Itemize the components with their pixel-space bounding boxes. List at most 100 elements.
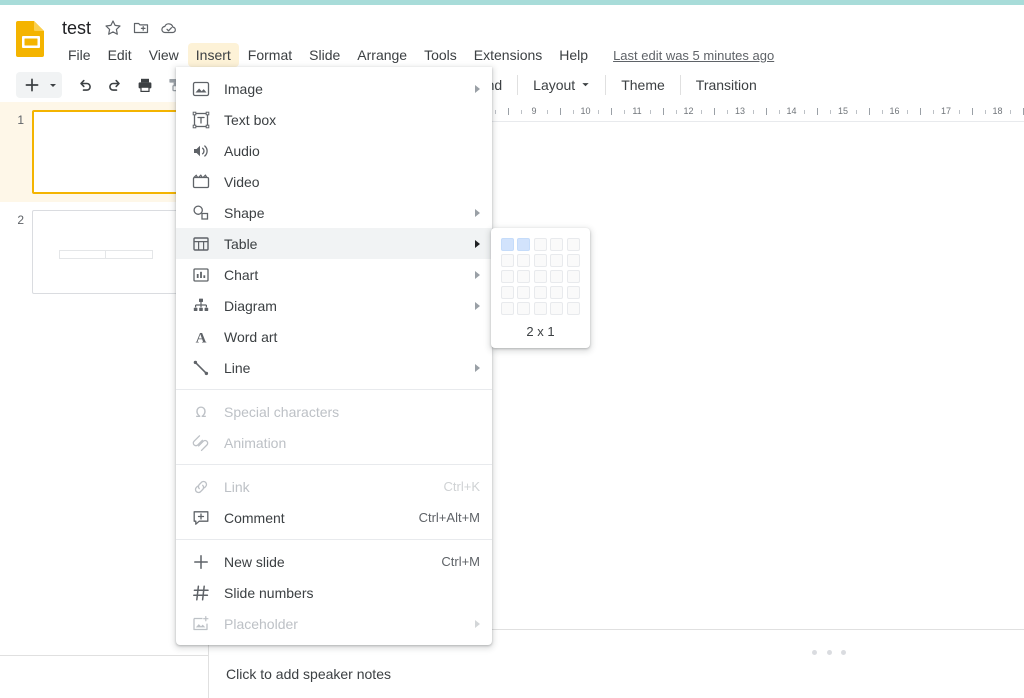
menu-item-slide-numbers[interactable]: Slide numbers [176,577,492,608]
table-size-cell-4x1[interactable] [550,238,564,251]
redo-button[interactable] [102,72,128,98]
ruler-tick [984,110,986,114]
ruler-tick [868,108,870,115]
ruler-tick [546,110,548,114]
table-size-grid[interactable] [501,238,580,315]
menu-format[interactable]: Format [240,43,300,67]
menu-item-new-slide[interactable]: New slide Ctrl+M [176,546,492,577]
table-size-cell-5x3[interactable] [566,270,580,283]
grip-dot [812,649,817,655]
menu-extensions[interactable]: Extensions [466,43,550,67]
menu-item-table[interactable]: Table [176,228,492,259]
table-size-cell-3x3[interactable] [533,270,547,283]
table-size-cell-3x5[interactable] [533,302,547,315]
menu-item-comment[interactable]: Comment Ctrl+Alt+M [176,502,492,533]
menu-item-diagram[interactable]: Diagram [176,290,492,321]
document-title[interactable]: test [62,18,103,39]
table-size-cell-3x1[interactable] [533,238,547,251]
menu-help[interactable]: Help [551,43,596,67]
ruler-label-11: 11 [632,106,642,116]
menu-tools[interactable]: Tools [416,43,465,67]
ruler-tick [624,110,626,114]
slide-preview-1[interactable] [32,110,180,194]
table-size-cell-1x5[interactable] [501,302,514,315]
insert-dropdown-menu[interactable]: Image Text box Audio Video Shape Table Chart Di… [176,67,492,645]
audio-icon [190,141,212,161]
menu-edit[interactable]: Edit [100,43,140,67]
menu-item-audio[interactable]: Audio [176,135,492,166]
star-icon[interactable] [103,18,123,38]
toolbar-divider-4 [679,74,681,95]
slide-preview-2[interactable] [32,210,180,294]
ruler-tick [495,110,497,114]
undo-button[interactable] [72,72,98,98]
menu-item-label: Chart [224,266,259,283]
last-edit-link[interactable]: Last edit was 5 minutes ago [613,48,774,63]
ruler-tick [598,110,600,114]
table-size-cell-2x4[interactable] [517,286,531,299]
table-size-cell-1x4[interactable] [501,286,514,299]
ruler-tick [907,110,909,114]
menu-item-label: Diagram [224,297,277,314]
menu-item-text-box[interactable]: Text box [176,104,492,135]
table-size-cell-2x5[interactable] [517,302,531,315]
menu-item-line[interactable]: Line [176,352,492,383]
table-size-label: 2 x 1 [526,324,555,339]
table-size-cell-4x4[interactable] [550,286,564,299]
chart-icon [190,265,212,285]
slide-2-table-object [59,249,153,259]
ruler-label-17: 17 [940,106,952,116]
notes-resize-handle[interactable] [812,648,846,656]
menu-item-image[interactable]: Image [176,73,492,104]
table-size-cell-5x2[interactable] [566,254,580,267]
move-to-folder-icon[interactable] [131,18,151,38]
text-box-icon [190,110,212,130]
table-size-cell-1x1[interactable] [501,238,514,251]
menu-separator [176,539,492,540]
table-size-cell-3x2[interactable] [533,254,547,267]
menu-arrange[interactable]: Arrange [349,43,415,67]
menu-item-label: New slide [224,553,285,570]
menu-item-chart[interactable]: Chart [176,259,492,290]
table-size-cell-5x1[interactable] [566,238,580,251]
speaker-notes-panel[interactable]: Click to add speaker notes [209,656,1024,698]
transition-button[interactable]: Transition [688,73,765,97]
omega-icon: Ω [190,402,212,422]
animation-icon [190,433,212,453]
theme-button[interactable]: Theme [613,73,673,97]
placeholder-icon [190,614,212,634]
table-icon [190,234,212,254]
submenu-arrow-icon [475,208,480,217]
table-size-cell-2x1[interactable] [517,238,531,251]
table-size-cell-4x5[interactable] [550,302,564,315]
table-size-cell-1x3[interactable] [501,270,514,283]
ruler-tick [881,110,883,114]
ruler-tick [778,110,780,114]
menu-item-label: Table [224,235,258,252]
table-size-cell-4x2[interactable] [550,254,564,267]
print-button[interactable] [132,72,158,98]
menu-item-word-art[interactable]: A Word art [176,321,492,352]
layout-button[interactable]: Layout [525,73,598,97]
menu-file[interactable]: File [60,43,99,67]
table-size-cell-5x5[interactable] [566,302,580,315]
table-size-cell-2x3[interactable] [517,270,531,283]
table-size-picker[interactable]: 2 x 1 [491,228,590,348]
new-slide-button[interactable] [20,72,44,98]
menu-item-video[interactable]: Video [176,166,492,197]
menu-view[interactable]: View [141,43,187,67]
table-size-cell-1x2[interactable] [501,254,514,267]
table-size-cell-5x4[interactable] [566,286,580,299]
table-size-cell-3x4[interactable] [533,286,547,299]
speaker-notes-placeholder[interactable]: Click to add speaker notes [226,666,391,682]
menu-item-label: Comment [224,509,285,526]
slide-number-2: 2 [17,213,24,227]
cloud-saved-icon[interactable] [159,18,179,38]
menu-slide[interactable]: Slide [301,43,348,67]
table-size-cell-2x2[interactable] [517,254,531,267]
menu-item-shape[interactable]: Shape [176,197,492,228]
table-size-cell-4x3[interactable] [550,270,564,283]
new-slide-dropdown-icon[interactable] [46,72,60,98]
menu-insert[interactable]: Insert [187,43,239,67]
toolbar-divider-3 [605,74,607,95]
